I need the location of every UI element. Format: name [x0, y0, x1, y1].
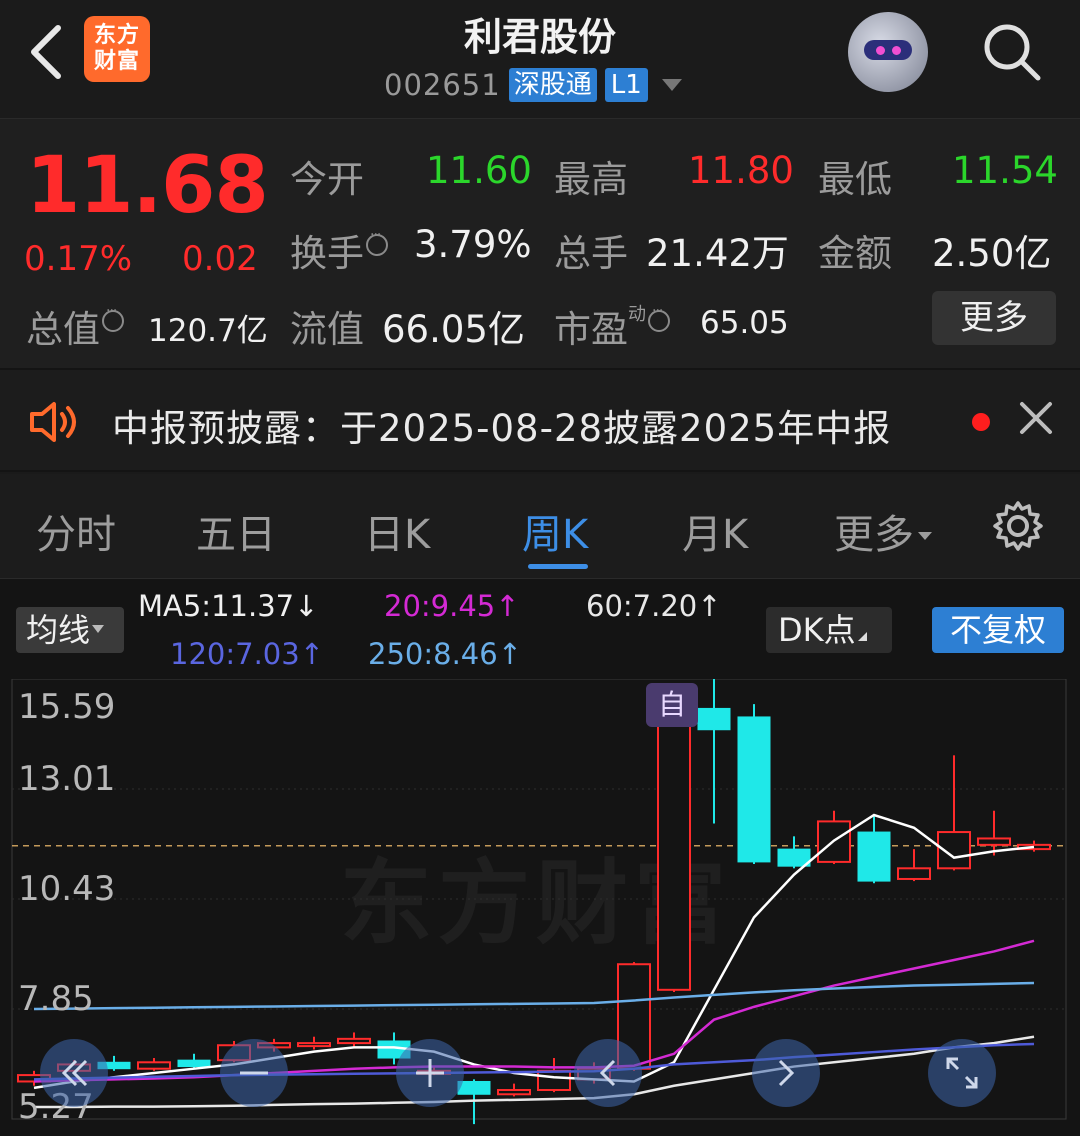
high-label: 最高 [554, 158, 628, 201]
tab-intraday[interactable]: 分时 [36, 502, 116, 560]
candle-body-down [857, 831, 891, 882]
level-tag: L1 [604, 68, 648, 102]
ma120-value: 120:7.03↑ [170, 637, 324, 671]
candle-body-up [537, 1069, 571, 1092]
caret-down-icon [92, 625, 105, 633]
low-label: 最低 [818, 158, 892, 201]
candle-body-down [737, 716, 771, 863]
ma-line-250 [33, 981, 1035, 1011]
candle-body-down [697, 707, 731, 731]
candle-body-up [977, 837, 1011, 846]
change-percent: 0.17% [24, 239, 133, 279]
active-tab-indicator [528, 564, 588, 569]
kline-chart-area[interactable]: 均线 MA5:11.37↓ 20:9.45↑ 60:7.20↑ 120:7.03… [0, 578, 1080, 1136]
search-icon[interactable] [980, 20, 1044, 84]
plus-icon [416, 1059, 444, 1087]
volume-value: 21.42万 [646, 232, 789, 275]
tab-five-day[interactable]: 五日 [196, 502, 276, 560]
dk-point-button[interactable]: DK点 [766, 607, 892, 653]
chevron-right-icon [778, 1059, 795, 1087]
tab-monthly-k[interactable]: 月K [682, 502, 748, 560]
zoom-out-button[interactable] [220, 1039, 288, 1107]
candle-body-up [137, 1061, 171, 1070]
no-adjust-button[interactable]: 不复权 [932, 607, 1064, 653]
open-label: 今开 [290, 158, 364, 201]
change-amount: 0.02 [182, 239, 258, 279]
gear-icon[interactable] [992, 500, 1044, 552]
minus-icon [240, 1071, 268, 1075]
self-select-marker[interactable]: 自 [646, 683, 698, 727]
notice-text[interactable]: 中报预披露：于2025-08-28披露2025年中报 [112, 398, 891, 452]
tab-more[interactable]: 更多 [834, 502, 932, 560]
info-icon[interactable] [648, 303, 670, 332]
candle-body-up [657, 713, 691, 991]
more-button[interactable]: 更多 [932, 291, 1056, 345]
current-price: 11.68 [26, 141, 269, 231]
market-cap-value: 120.7亿 [148, 313, 268, 349]
assistant-robot-icon[interactable] [848, 12, 928, 92]
period-tabs: 分时 五日 日K 周K 月K 更多 [0, 474, 1080, 578]
scroll-left-button[interactable] [574, 1039, 642, 1107]
speaker-icon [30, 402, 76, 442]
amount-label: 金额 [818, 232, 892, 275]
y-tick-label: 10.43 [18, 869, 116, 909]
info-icon[interactable] [366, 227, 388, 256]
ma20-value: 20:9.45↑ [384, 589, 520, 623]
candle-body-up [497, 1089, 531, 1096]
candle-body-up [337, 1037, 371, 1045]
stock-code-line[interactable]: 002651 深股通 L1 [384, 66, 682, 104]
zoom-in-button[interactable] [396, 1039, 464, 1107]
pe-value: 65.05 [700, 305, 789, 341]
close-icon[interactable] [1018, 400, 1054, 436]
float-cap-label: 流值 [290, 308, 364, 351]
float-cap-value: 66.05亿 [382, 308, 525, 351]
corner-triangle-icon [857, 632, 867, 641]
y-tick-label: 7.85 [18, 979, 94, 1019]
ma-selector-button[interactable]: 均线 [16, 607, 124, 653]
y-tick-label: 15.59 [18, 687, 116, 727]
stock-code: 002651 [384, 68, 501, 102]
candlestick-chart[interactable] [0, 679, 1080, 1136]
low-value: 11.54 [952, 149, 1058, 192]
ma60-value: 60:7.20↑ [586, 589, 722, 623]
open-value: 11.60 [426, 149, 532, 192]
volume-label: 总手 [554, 232, 628, 275]
turnover-label[interactable]: 换手 [290, 223, 388, 277]
pe-dynamic-sup: 动 [628, 304, 646, 325]
connect-tag: 深股通 [508, 68, 597, 102]
expand-icon [946, 1057, 978, 1089]
fullscreen-button[interactable] [928, 1039, 996, 1107]
candle-body-up [297, 1042, 331, 1048]
market-cap-label[interactable]: 总值 [26, 299, 124, 353]
info-icon[interactable] [102, 303, 124, 332]
turnover-value: 3.79% [414, 223, 532, 266]
candle-body-up [897, 867, 931, 880]
chevron-down-icon[interactable] [661, 79, 682, 91]
tab-weekly-k[interactable]: 周K [522, 502, 588, 560]
tab-daily-k[interactable]: 日K [364, 502, 430, 560]
quote-panel: 11.68 0.17% 0.02 今开 11.60 最高 11.80 最低 11… [0, 118, 1080, 368]
ma250-value: 250:8.46↑ [368, 637, 522, 671]
high-value: 11.80 [688, 149, 794, 192]
unread-dot [972, 413, 990, 431]
ma5-value: MA5:11.37↓ [138, 589, 319, 623]
scroll-right-button[interactable] [752, 1039, 820, 1107]
candle-body-down [177, 1059, 211, 1068]
caret-down-icon [918, 532, 932, 540]
y-tick-label: 13.01 [18, 759, 116, 799]
amount-value: 2.50亿 [932, 232, 1052, 275]
double-left-icon [61, 1059, 88, 1087]
scroll-left-fast-button[interactable] [40, 1039, 108, 1107]
notice-bar[interactable]: 中报预披露：于2025-08-28披露2025年中报 [0, 368, 1080, 472]
top-bar: 东方 财富 利君股份 002651 深股通 L1 [0, 0, 1080, 118]
pe-label[interactable]: 市盈动 [554, 299, 670, 353]
chevron-left-icon [599, 1059, 616, 1087]
candle-body-down [457, 1080, 491, 1095]
